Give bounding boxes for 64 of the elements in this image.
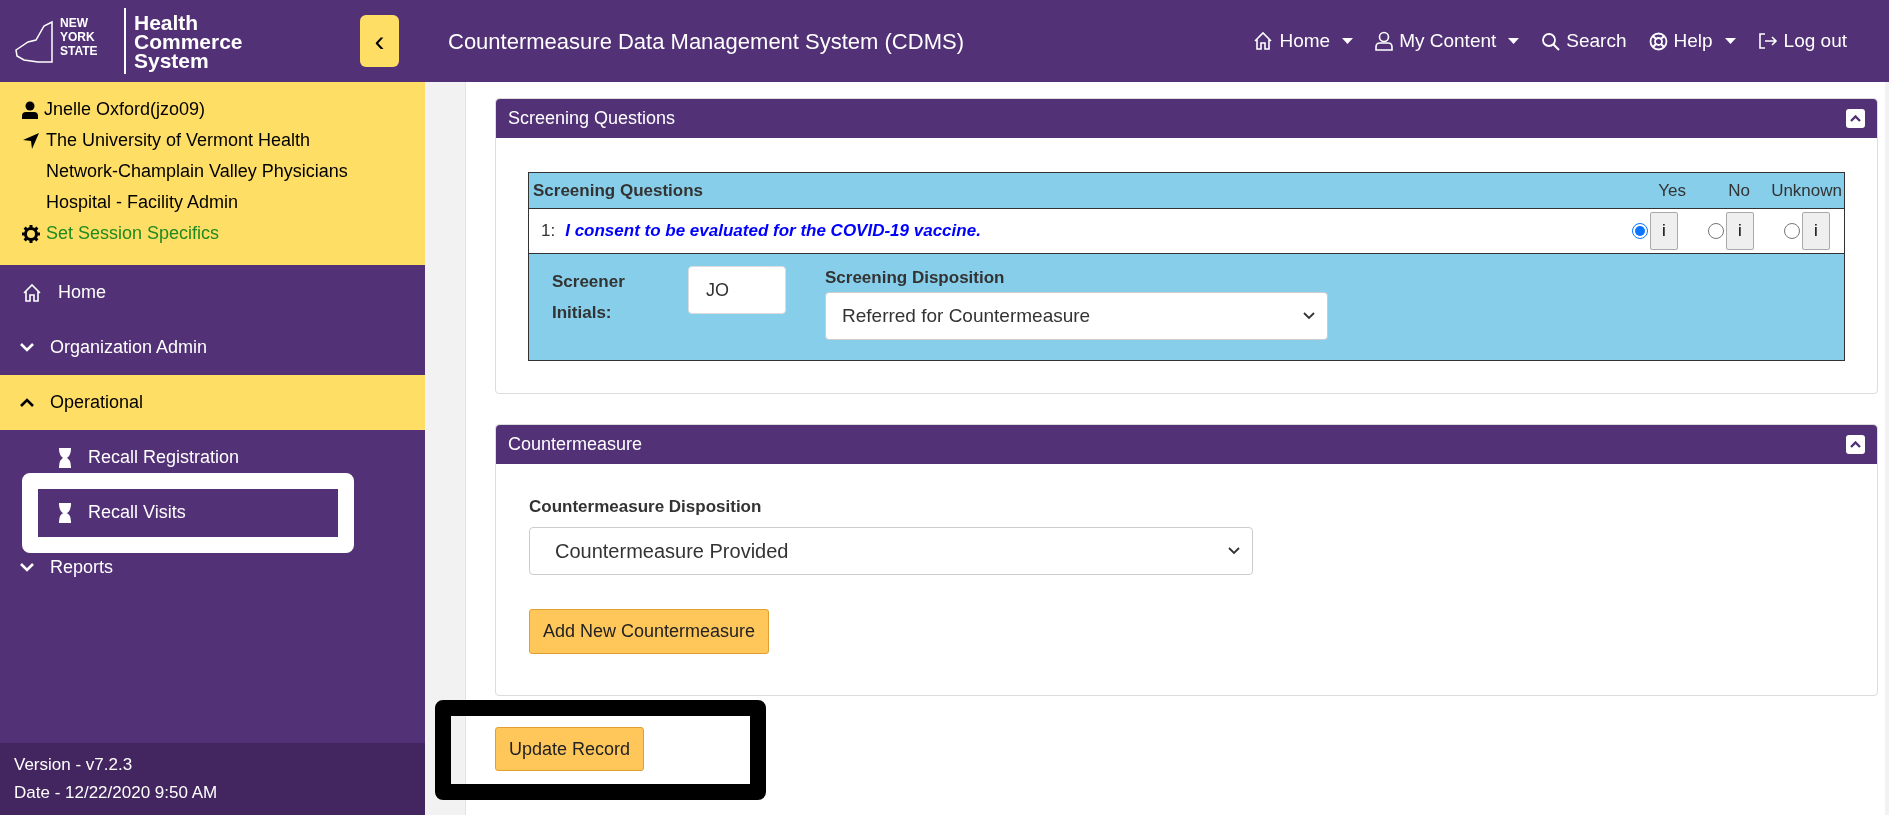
chevron-down-icon (1228, 546, 1240, 555)
logo-text: System (134, 50, 209, 70)
nav-link[interactable]: Help (1648, 26, 1736, 56)
menu-item[interactable]: Organization Admin (0, 320, 425, 375)
state-text: NEW (60, 16, 89, 30)
logo-text: Commerce (134, 31, 243, 51)
chevron-down-icon (20, 563, 34, 572)
logout-icon (1757, 32, 1778, 50)
collapse-button[interactable] (1846, 109, 1865, 128)
info-button[interactable]: i (1726, 212, 1754, 250)
column-header: No (1727, 179, 1750, 202)
user-name: Jnelle Oxford(jzo09) (44, 98, 206, 121)
version-text: Version - v7.2.3 (14, 754, 134, 776)
initials-field[interactable]: JO (688, 266, 786, 314)
column-header: Screening Questions (533, 179, 705, 202)
date-text: Date - 12/22/2020 9:50 AM (14, 782, 219, 804)
collapse-button[interactable]: ‹ (360, 15, 399, 67)
field-label: Screener Initials: (552, 271, 626, 324)
panel-title: Screening Questions (508, 107, 676, 130)
app-title: Countermeasure Data Management System (CDMS) (448, 27, 965, 56)
update-record-button[interactable]: Update Record (495, 727, 645, 771)
home-icon (22, 282, 42, 303)
state-text: STATE (60, 44, 98, 58)
lifebuoy-icon (1648, 31, 1668, 51)
hourglass-icon (58, 502, 72, 523)
field-label: Screening Disposition (825, 267, 1006, 289)
field-label: Countermeasure Disposition (529, 496, 762, 518)
info-button[interactable]: i (1650, 212, 1678, 250)
logo-text: Health (134, 12, 200, 32)
menu-item[interactable]: Recall Registration (38, 433, 338, 482)
menu-item[interactable]: Home (0, 265, 425, 320)
column-header: Yes (1657, 179, 1686, 202)
chevron-up-icon (1850, 441, 1861, 448)
chevron-down-icon (20, 343, 34, 352)
nav-link[interactable]: Search (1541, 26, 1627, 56)
nav-link[interactable]: Log out (1757, 26, 1847, 56)
gear-icon (22, 224, 40, 243)
search-icon (1541, 31, 1561, 51)
state-text: YORK (60, 30, 96, 44)
collapse-button[interactable] (1846, 435, 1865, 454)
user-icon (1375, 31, 1394, 51)
chevron-up-icon (20, 398, 34, 407)
nav-link[interactable]: My Content (1375, 26, 1520, 56)
menu-item[interactable]: Operational (0, 375, 425, 430)
chevron-down-icon (1303, 312, 1315, 320)
nav-link[interactable]: Home (1253, 26, 1354, 56)
location-arrow-icon (22, 132, 40, 150)
menu-item[interactable]: Reports (0, 540, 425, 595)
user-icon (22, 100, 38, 119)
column-header: Unknown (1770, 179, 1842, 202)
home-icon (1253, 31, 1274, 51)
info-button[interactable]: i (1802, 212, 1830, 250)
panel-title: Countermeasure (508, 433, 643, 456)
hourglass-icon (58, 447, 72, 468)
radio-button[interactable] (1708, 223, 1724, 239)
chevron-up-icon (1850, 115, 1861, 122)
facility-text: The University of Vermont Health Network-Champlain Valley Physicians Hospital - Facility Admin (46, 129, 349, 214)
disposition-select[interactable]: Countermeasure Provided (529, 526, 1253, 575)
radio-button[interactable] (1632, 223, 1648, 239)
add-countermeasure-button[interactable]: Add New Countermeasure (529, 608, 770, 654)
question-text: I consent to be evaluated for the COVID-19 vaccine. (565, 220, 982, 243)
radio-button[interactable] (1784, 223, 1800, 239)
disposition-select[interactable]: Referred for Countermeasure (825, 292, 1328, 340)
question-number: 1: (541, 220, 556, 243)
